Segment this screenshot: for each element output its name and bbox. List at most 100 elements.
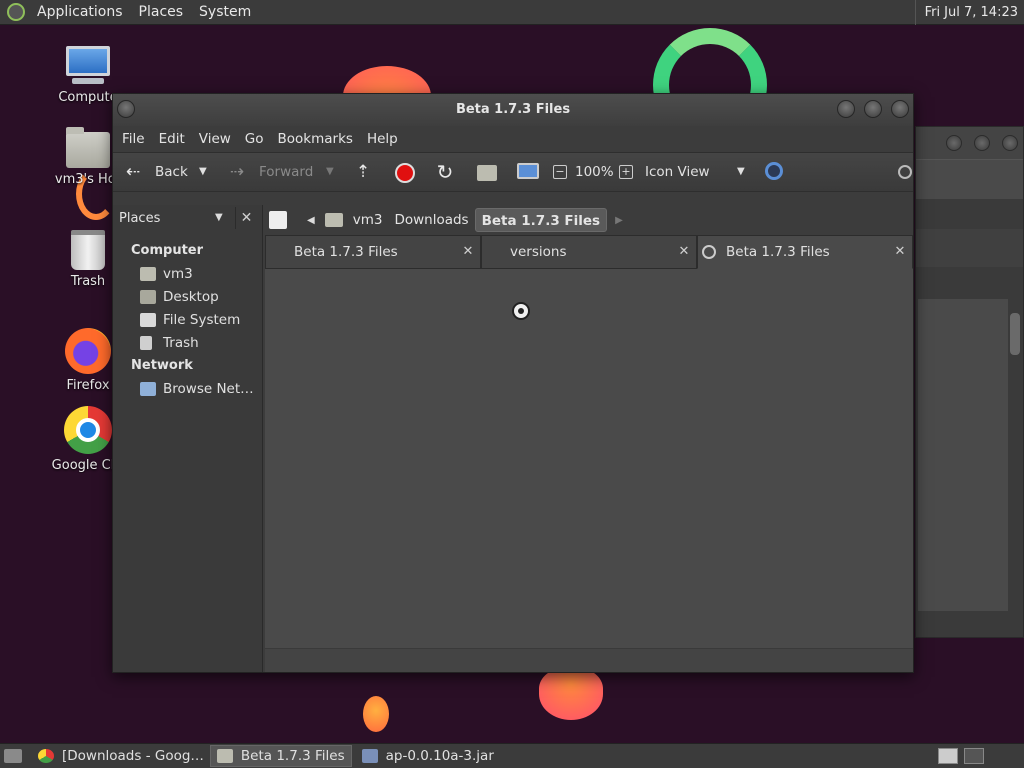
tab-label: Beta 1.7.3 Files xyxy=(294,244,398,260)
view-mode-label: Icon View xyxy=(645,164,710,180)
sidebar-selector[interactable]: Places ▼ ✕ xyxy=(113,205,262,231)
back-button[interactable]: ⇠ Back xyxy=(121,156,188,188)
tab-beta-files-active[interactable]: Beta 1.7.3 Files ✕ xyxy=(697,235,913,269)
close-icon[interactable] xyxy=(891,100,909,118)
mate-logo-icon[interactable] xyxy=(7,3,25,21)
bottom-panel: [Downloads - Goog… Beta 1.7.3 Files ap-0… xyxy=(0,743,1024,768)
sidebar-selector-label: Places xyxy=(119,210,161,226)
breadcrumb: ◀ vm3 Downloads Beta 1.7.3 Files ▶ xyxy=(265,205,913,235)
window-titlebar[interactable]: Beta 1.7.3 Files xyxy=(113,94,913,126)
folder-icon xyxy=(216,749,233,763)
trash-icon xyxy=(71,230,105,270)
sidebar-item-browse-network[interactable]: Browse Net… xyxy=(113,377,262,400)
taskbar-item-files[interactable]: Beta 1.7.3 Files xyxy=(209,745,352,767)
forward-button[interactable]: ⇢ Forward xyxy=(225,156,313,188)
edit-location-icon[interactable] xyxy=(269,211,287,229)
loading-spinner-icon xyxy=(702,245,716,259)
back-history-chevron-down-icon[interactable]: ▼ xyxy=(199,166,207,177)
computer-icon[interactable] xyxy=(517,163,539,179)
tab-beta-files[interactable]: Beta 1.7.3 Files ✕ xyxy=(265,235,481,269)
menubar: File Edit View Go Bookmarks Help xyxy=(113,126,913,152)
view-mode-chevron-down-icon[interactable]: ▼ xyxy=(737,166,745,177)
desktop-icon xyxy=(140,289,156,304)
home-icon[interactable] xyxy=(477,165,497,181)
minimize-icon[interactable] xyxy=(946,135,962,151)
sidebar-item-desktop[interactable]: Desktop xyxy=(113,285,262,308)
busy-cursor-icon xyxy=(512,302,530,320)
toolbar: ⇠ Back ▼ ⇢ Forward ▼ ⇡ ↻ − 100% + Icon V… xyxy=(113,152,913,192)
background-window-toolbar xyxy=(916,159,1023,199)
activity-spinner-icon xyxy=(898,165,912,179)
breadcrumb-item-current[interactable]: Beta 1.7.3 Files xyxy=(474,208,608,232)
zoom-out-icon[interactable]: − xyxy=(553,165,567,179)
filesystem-icon xyxy=(140,312,156,327)
network-icon xyxy=(140,381,156,396)
background-window-titlebar[interactable] xyxy=(916,127,1023,159)
close-tab-icon[interactable]: ✕ xyxy=(676,244,692,260)
background-window-content xyxy=(918,299,1008,611)
sidebar-item-label: vm3 xyxy=(163,265,193,282)
places-menu[interactable]: Places xyxy=(131,4,192,20)
tab-versions[interactable]: versions ✕ xyxy=(481,235,697,269)
path-scroll-left-icon[interactable]: ◀ xyxy=(307,215,315,226)
menu-view[interactable]: View xyxy=(192,131,238,147)
close-tab-icon[interactable]: ✕ xyxy=(460,244,476,260)
reload-icon[interactable]: ↻ xyxy=(433,160,457,184)
scrollbar-thumb[interactable] xyxy=(1010,313,1020,355)
home-folder-icon xyxy=(66,127,110,168)
close-tab-icon[interactable]: ✕ xyxy=(892,244,908,260)
breadcrumb-item[interactable]: Downloads xyxy=(388,208,474,232)
stop-icon[interactable] xyxy=(395,163,415,183)
sidebar-section-network: Network xyxy=(131,358,193,373)
home-icon xyxy=(140,266,156,281)
forward-arrow-icon: ⇢ xyxy=(229,162,245,182)
menu-help[interactable]: Help xyxy=(360,131,405,147)
background-window[interactable] xyxy=(915,126,1024,638)
forward-history-chevron-down-icon[interactable]: ▼ xyxy=(326,166,334,177)
maximize-icon[interactable] xyxy=(974,135,990,151)
sidebar-section-computer: Computer xyxy=(131,243,204,258)
status-bar xyxy=(265,648,913,672)
sidebar-item-label: Browse Net… xyxy=(163,380,254,397)
firefox-icon xyxy=(65,328,111,374)
maximize-icon[interactable] xyxy=(864,100,882,118)
path-scroll-right-icon[interactable]: ▶ xyxy=(615,215,623,226)
clock[interactable]: Fri Jul 7, 14:23 xyxy=(914,0,1024,25)
close-icon[interactable] xyxy=(1002,135,1018,151)
taskbar-item-jar[interactable]: ap-0.0.10a-3.jar xyxy=(356,745,500,767)
menu-edit[interactable]: Edit xyxy=(152,131,192,147)
sidebar-item-label: Trash xyxy=(163,334,199,351)
menu-file[interactable]: File xyxy=(115,131,152,147)
top-panel: Applications Places System Fri Jul 7, 14… xyxy=(0,0,1024,25)
file-manager-window: Beta 1.7.3 Files File Edit View Go Bookm… xyxy=(112,93,914,673)
minimize-icon[interactable] xyxy=(837,100,855,118)
chrome-icon xyxy=(38,749,54,763)
sidebar-item-trash[interactable]: Trash xyxy=(113,331,262,354)
workspace-switcher[interactable] xyxy=(938,748,958,764)
wallpaper-blob xyxy=(539,668,603,720)
file-view[interactable] xyxy=(265,269,913,648)
sidebar-item-vm3[interactable]: vm3 xyxy=(113,262,262,285)
sidebar: Places ▼ ✕ Computer vm3 Desktop File Sys… xyxy=(113,205,263,672)
forward-label: Forward xyxy=(259,164,314,180)
menu-go[interactable]: Go xyxy=(238,131,271,147)
workspace-switcher[interactable] xyxy=(964,748,984,764)
taskbar-item-chrome[interactable]: [Downloads - Goog… xyxy=(32,745,210,767)
wallpaper-blob xyxy=(363,696,389,732)
chevron-down-icon[interactable]: ▼ xyxy=(215,212,223,223)
trash-icon xyxy=(140,335,152,350)
view-mode-select[interactable]: Icon View xyxy=(645,156,710,188)
zoom-in-icon[interactable]: + xyxy=(619,165,633,179)
show-desktop-icon[interactable] xyxy=(4,749,22,763)
back-label: Back xyxy=(155,164,188,180)
system-menu[interactable]: System xyxy=(191,4,259,20)
applications-menu[interactable]: Applications xyxy=(29,4,131,20)
up-arrow-icon[interactable]: ⇡ xyxy=(351,160,375,184)
sidebar-item-label: File System xyxy=(163,311,241,328)
search-icon[interactable] xyxy=(765,162,783,180)
breadcrumb-item[interactable]: vm3 xyxy=(347,208,389,232)
close-sidebar-icon[interactable]: ✕ xyxy=(235,207,257,229)
zoom-level[interactable]: 100% xyxy=(575,156,614,188)
menu-bookmarks[interactable]: Bookmarks xyxy=(271,131,360,147)
sidebar-item-filesystem[interactable]: File System xyxy=(113,308,262,331)
